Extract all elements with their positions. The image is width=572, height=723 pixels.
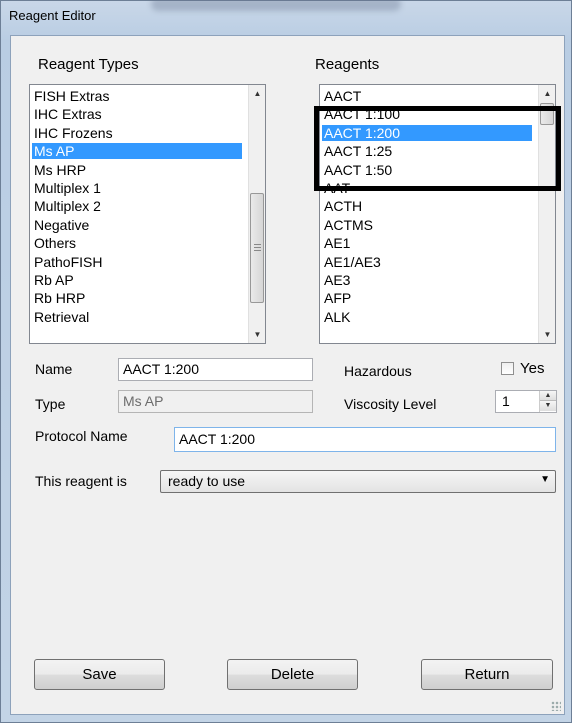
reagent-types-list[interactable]: FISH Extras IHC Extras IHC Frozens Ms AP Ms … [29,84,266,344]
scroll-down-icon[interactable]: ▼ [249,326,265,343]
scroll-down-icon[interactable]: ▼ [539,326,555,343]
editor-panel: Reagent Types FISH Extras IHC Extras IHC F… [10,35,565,715]
scroll-up-icon[interactable]: ▲ [249,85,265,102]
type-label: Type [35,396,66,412]
hazardous-yes-label: Yes [520,360,545,377]
reagent-list-item[interactable]: ACTMS [322,217,532,233]
reagent-types-label: Reagent Types [38,56,139,73]
name-label: Name [35,361,73,377]
protocol-name-label: Protocol Name [35,428,128,444]
return-button[interactable]: Return [421,659,553,690]
decrement-icon[interactable]: ▼ [540,401,556,411]
reagent-type-list-item[interactable]: Ms AP [32,143,242,160]
reagent-type-list-item[interactable]: Others [32,235,242,251]
reagents-label: Reagents [315,56,380,73]
delete-button[interactable]: Delete [227,659,358,690]
reagent-list-item[interactable]: AE3 [322,272,532,288]
scroll-up-icon[interactable]: ▲ [539,85,555,102]
reagent-type-list-item[interactable]: Multiplex 2 [32,198,242,214]
reagent-list-item[interactable]: ALK [322,309,532,325]
reagent-type-list-item[interactable]: Multiplex 1 [32,180,242,196]
reagent-list-item[interactable]: AE1 [322,235,532,251]
reagent-type-list-item[interactable]: Rb AP [32,272,242,288]
save-button[interactable]: Save [34,659,165,690]
reagent-types-scrollbar[interactable]: ▲ ▼ [248,85,265,343]
protocol-name-field[interactable]: AACT 1:200 [174,427,556,452]
reagent-type-list-item[interactable]: Retrieval [32,309,242,325]
reagent-type-list-item[interactable]: Negative [32,217,242,233]
reagent-list-item[interactable]: ACTH [322,198,532,214]
window-title: Reagent Editor [9,8,96,23]
reagent-type-list-item[interactable]: Rb HRP [32,290,242,306]
reagent-status-label: This reagent is [35,473,127,489]
chevron-down-icon: ▼ [540,474,550,485]
name-field[interactable]: AACT 1:200 [118,358,313,381]
scroll-thumb[interactable] [250,193,264,303]
reagent-status-dropdown[interactable]: ready to use ▼ [160,470,556,493]
reagent-editor-window: Reagent Editor Reagent Types FISH Extras… [0,0,572,723]
resize-grip-icon[interactable] [551,701,561,711]
hazardous-label: Hazardous [344,363,412,379]
reagent-type-list-item[interactable]: IHC Frozens [32,125,242,141]
viscosity-value: 1 [502,393,510,409]
reagent-type-list-item[interactable]: PathoFISH [32,254,242,270]
reagent-type-list-item[interactable]: FISH Extras [32,88,242,104]
reagent-list-item[interactable]: AE1/AE3 [322,254,532,270]
hazardous-checkbox[interactable] [501,362,514,375]
annotation-highlight-box [314,106,561,191]
blurred-region [151,0,401,11]
reagent-list-item[interactable]: AACT [322,88,532,104]
viscosity-label: Viscosity Level [344,396,437,412]
title-bar[interactable]: Reagent Editor [1,0,572,35]
reagent-type-list-item[interactable]: IHC Extras [32,106,242,122]
reagent-status-value: ready to use [168,473,246,489]
increment-icon[interactable]: ▲ [540,391,556,401]
reagent-list-item[interactable]: AFP [322,290,532,306]
type-field: Ms AP [118,390,313,413]
viscosity-stepper[interactable]: 1 ▲ ▼ [495,390,557,413]
reagent-type-list-item[interactable]: Ms HRP [32,162,242,178]
